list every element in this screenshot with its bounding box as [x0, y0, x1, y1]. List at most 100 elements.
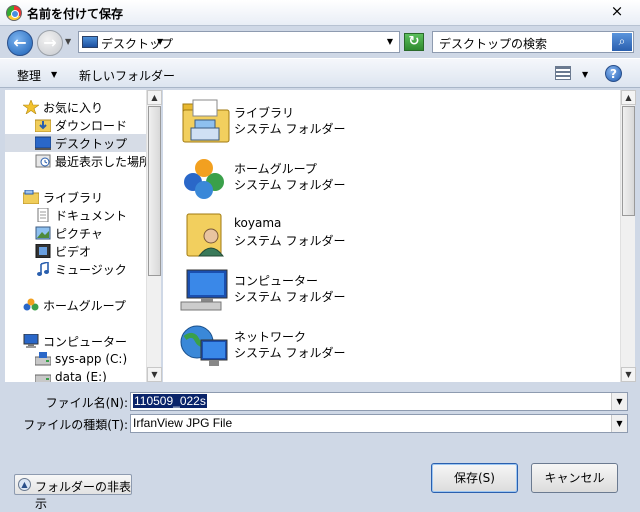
network-icon: [180, 325, 228, 366]
search-placeholder: デスクトップの検索: [439, 37, 548, 51]
file-type: システム フォルダー: [234, 122, 346, 136]
chrome-app-icon: [6, 5, 22, 21]
scroll-thumb[interactable]: [622, 106, 635, 216]
chevron-up-icon: ▲: [18, 478, 31, 491]
navigation-pane[interactable]: お気に入り ダウンロード デスクトップ 最近表示した場所 ライブラリ ドキュメン…: [5, 90, 146, 382]
sidebar-item-favorites[interactable]: お気に入り: [23, 98, 103, 116]
pictures-icon: [35, 226, 51, 240]
navigation-scrollbar[interactable]: ▲ ▼: [146, 90, 162, 382]
view-options-icon[interactable]: [555, 66, 571, 80]
file-list[interactable]: ライブラリ システム フォルダー ホームグループ システム フォルダー koya…: [163, 90, 620, 382]
filetype-dropdown-icon[interactable]: ▼: [611, 415, 627, 432]
sidebar-item-libraries[interactable]: ライブラリ: [23, 188, 103, 206]
file-name: ネットワーク: [234, 330, 307, 344]
desktop-icon: [82, 36, 98, 48]
filetype-select[interactable]: IrfanView JPG File ▼: [130, 414, 628, 433]
cancel-button[interactable]: キャンセル: [531, 463, 618, 493]
history-dropdown-icon[interactable]: ▼: [65, 37, 71, 46]
list-item[interactable]: コンピューター システム フォルダー: [179, 266, 439, 316]
homegroup-icon: [184, 159, 224, 199]
drive-icon: [35, 374, 51, 382]
library-folder-icon: [182, 99, 230, 143]
sidebar-item-label: 最近表示した場所: [55, 154, 146, 169]
sidebar-item-computer[interactable]: コンピューター: [23, 332, 127, 350]
sidebar-item-label: ホームグループ: [43, 298, 126, 313]
save-button[interactable]: 保存(S): [431, 463, 518, 493]
window-title: 名前を付けて保存: [27, 7, 124, 21]
computer-icon: [23, 334, 39, 348]
library-icon: [23, 190, 39, 204]
sidebar-item-label: お気に入り: [43, 100, 104, 115]
file-name: koyama: [234, 216, 282, 230]
music-icon: [37, 262, 49, 276]
filetype-label: ファイルの種類(T):: [23, 418, 128, 432]
file-list-scrollbar[interactable]: ▲ ▼: [620, 90, 636, 382]
filename-row: ファイル名(N): 110509_022s ▼: [0, 392, 640, 412]
scroll-thumb[interactable]: [148, 106, 161, 276]
filename-label: ファイル名(N):: [45, 396, 128, 410]
sidebar-item-label: ビデオ: [55, 244, 92, 259]
sidebar-item-documents[interactable]: ドキュメント: [35, 206, 127, 224]
sidebar-item-homegroup[interactable]: ホームグループ: [23, 296, 126, 314]
command-toolbar: 整理 ▼ 新しいフォルダー ▼ ?: [0, 58, 640, 88]
user-folder-icon: [186, 213, 225, 257]
file-name: コンピューター: [234, 274, 319, 288]
sidebar-item-label: ピクチャ: [55, 226, 103, 241]
refresh-button[interactable]: ↻: [404, 33, 424, 51]
filename-dropdown-icon[interactable]: ▼: [611, 393, 627, 410]
address-bar: ← → ▼ デスクトップ ▼ ▼ ↻ デスクトップの検索 ⌕: [0, 27, 640, 57]
recent-places-icon: [35, 154, 51, 168]
list-item[interactable]: koyama システム フォルダー: [179, 210, 439, 260]
sidebar-item-label: data (E:): [55, 370, 107, 382]
forward-button[interactable]: →: [37, 30, 63, 56]
sidebar-item-videos[interactable]: ビデオ: [35, 242, 91, 260]
view-dropdown-icon[interactable]: ▼: [582, 70, 588, 79]
computer-icon: [180, 269, 228, 311]
sidebar-item-label: デスクトップ: [55, 136, 128, 151]
breadcrumb[interactable]: デスクトップ ▼ ▼: [78, 31, 400, 53]
star-icon: [23, 100, 39, 114]
sidebar-item-desktop[interactable]: デスクトップ: [5, 134, 146, 152]
sidebar-item-label: sys-app (C:): [55, 352, 128, 366]
search-input[interactable]: デスクトップの検索 ⌕: [432, 31, 634, 53]
scroll-down-icon[interactable]: ▼: [147, 367, 162, 382]
breadcrumb-chevron-icon[interactable]: ▼: [157, 37, 163, 46]
file-type: システム フォルダー: [234, 290, 346, 304]
sidebar-item-downloads[interactable]: ダウンロード: [35, 116, 127, 134]
organize-dropdown-icon[interactable]: ▼: [51, 70, 57, 79]
file-name: ホームグループ: [234, 162, 317, 176]
sidebar-item-drive-c[interactable]: sys-app (C:): [35, 350, 127, 368]
documents-icon: [37, 208, 49, 222]
search-icon[interactable]: ⌕: [612, 33, 632, 51]
desktop-icon: [35, 136, 51, 150]
sidebar-item-music[interactable]: ミュージック: [35, 260, 127, 278]
new-folder-button[interactable]: 新しいフォルダー: [79, 67, 175, 84]
file-name: ライブラリ: [234, 106, 295, 120]
sidebar-item-recent-places[interactable]: 最近表示した場所: [35, 152, 146, 170]
organize-button[interactable]: 整理: [17, 67, 41, 84]
close-button[interactable]: ×: [608, 2, 626, 20]
file-type: システム フォルダー: [234, 178, 346, 192]
scroll-up-icon[interactable]: ▲: [621, 90, 636, 105]
hide-folders-button[interactable]: ▲ フォルダーの非表示: [14, 474, 132, 511]
filename-value[interactable]: 110509_022s: [133, 394, 207, 408]
help-button[interactable]: ?: [605, 65, 622, 82]
videos-icon: [35, 244, 51, 258]
file-type: システム フォルダー: [234, 234, 346, 248]
filetype-value: IrfanView JPG File: [133, 416, 233, 430]
sidebar-item-label: ドキュメント: [55, 208, 128, 223]
drive-icon: [35, 352, 51, 366]
sidebar-item-label: ライブラリ: [43, 190, 104, 205]
address-dropdown-icon[interactable]: ▼: [387, 37, 393, 46]
scroll-down-icon[interactable]: ▼: [621, 367, 636, 382]
list-item[interactable]: ネットワーク システム フォルダー: [179, 322, 439, 372]
sidebar-item-label: ミュージック: [55, 262, 127, 277]
sidebar-item-drive-e[interactable]: data (E:): [35, 368, 107, 382]
sidebar-item-pictures[interactable]: ピクチャ: [35, 224, 103, 242]
filetype-row: ファイルの種類(T): IrfanView JPG File ▼: [0, 414, 640, 434]
list-item[interactable]: ライブラリ システム フォルダー: [179, 98, 439, 148]
filename-field[interactable]: 110509_022s ▼: [130, 392, 628, 411]
back-button[interactable]: ←: [7, 30, 33, 56]
scroll-up-icon[interactable]: ▲: [147, 90, 162, 105]
list-item[interactable]: ホームグループ システム フォルダー: [179, 154, 439, 204]
